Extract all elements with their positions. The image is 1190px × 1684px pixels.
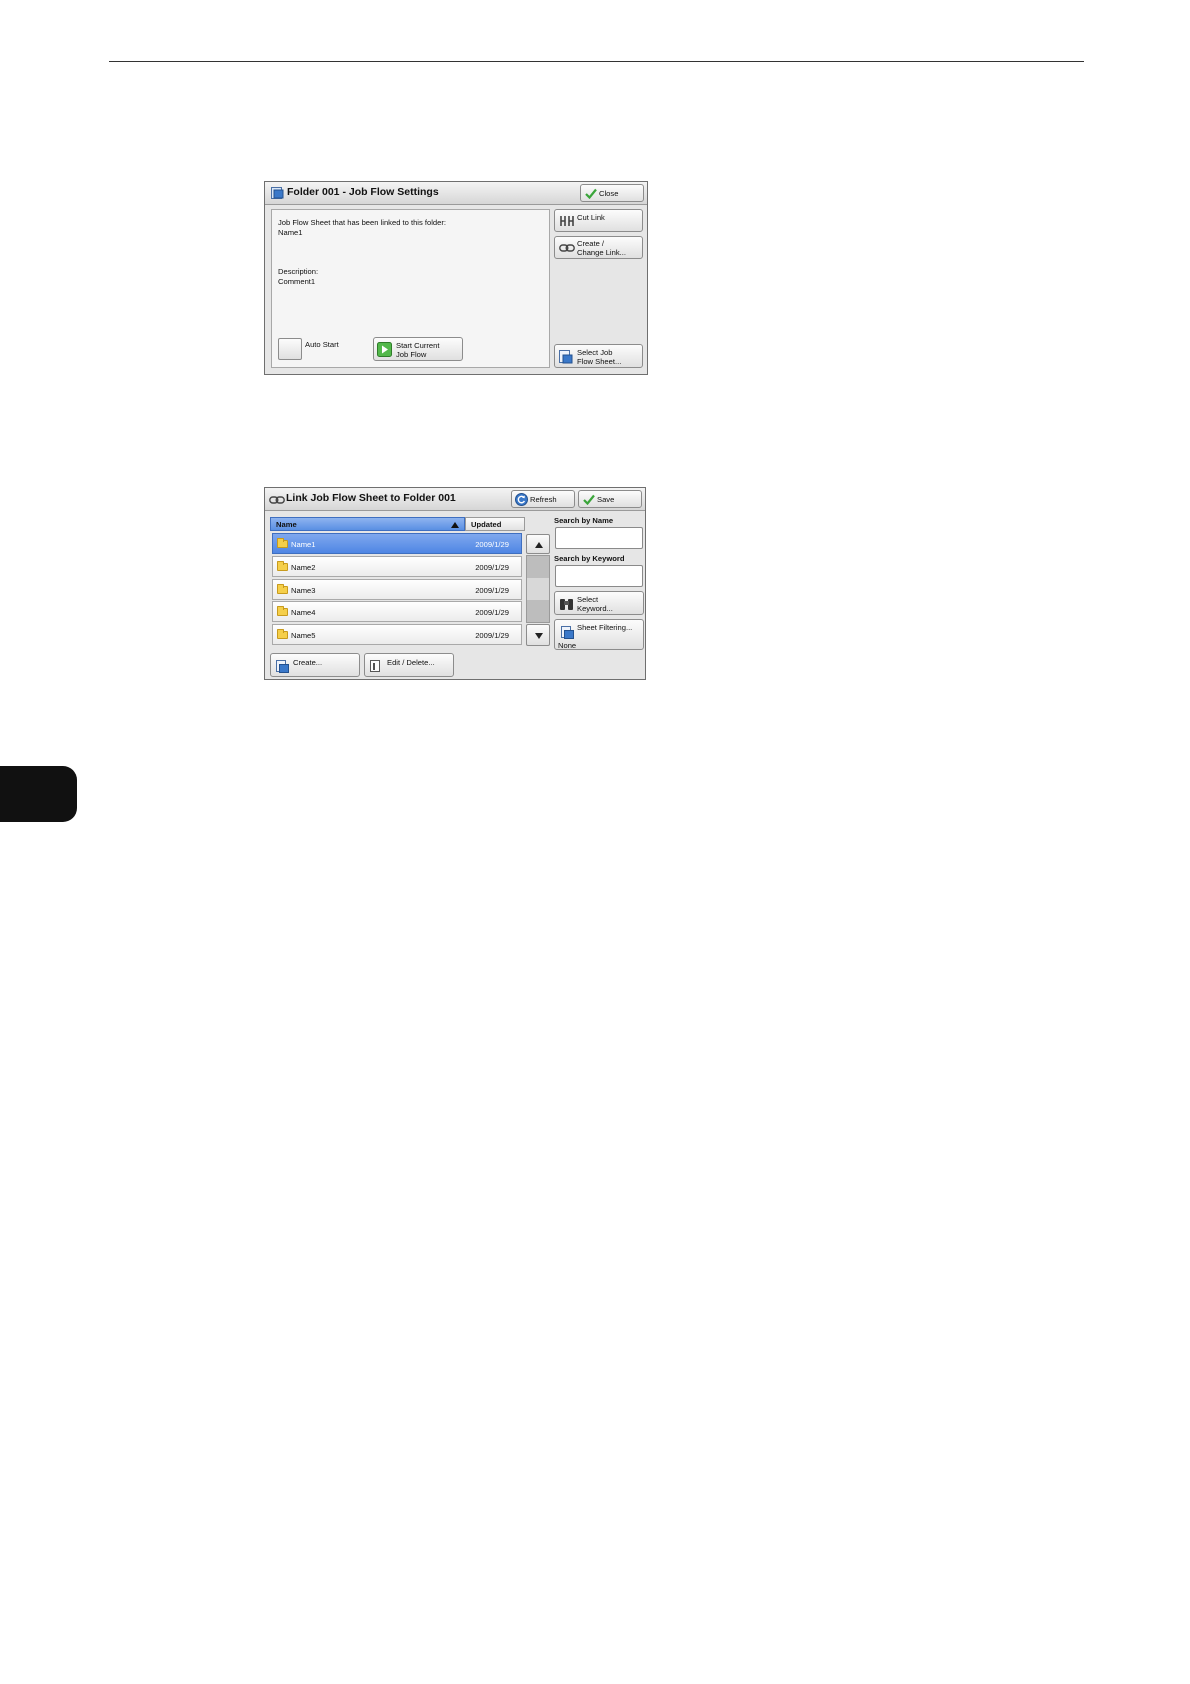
scroll-up-button[interactable] [526,534,550,554]
save-button[interactable]: Save [578,490,642,508]
play-icon [377,342,392,357]
chain-link-icon [559,244,575,252]
create-label: Create... [293,658,323,667]
search-by-name-input[interactable] [555,527,643,549]
link-info-box: Job Flow Sheet that has been linked to t… [271,209,550,368]
sheet-filter-icon [561,626,574,639]
close-label: Close [599,189,619,198]
table-row[interactable]: Name2 2009/1/29 [272,555,522,577]
table-row[interactable]: Name1 2009/1/29 [272,533,522,554]
folder-icon [277,560,288,571]
folder-icon [277,538,288,548]
auto-start-label: Auto Start [305,340,339,349]
row-updated: 2009/1/29 [475,608,509,618]
folder-icon [277,629,288,640]
create-change-link-button[interactable]: Create / Change Link... [554,236,643,259]
select-keyword-label: Select Keyword... [577,595,613,613]
create-button[interactable]: Create... [270,653,360,677]
checkmark-icon [583,494,595,505]
search-by-keyword-label: Search by Keyword [554,554,625,563]
row-name: Name3 [291,585,316,595]
create-change-link-label: Create / Change Link... [577,239,626,257]
search-by-name-label: Search by Name [554,516,614,525]
edit-document-icon [370,660,380,672]
chain-link-icon [269,496,285,504]
panel-title-bar: Folder 001 - Job Flow Settings Close [265,182,647,205]
job-flow-sheet-icon [559,350,573,364]
column-name-label: Name [276,520,297,529]
sheet-filtering-button[interactable]: Sheet Filtering... None [554,619,644,650]
page-title: Link Job Flow Sheet to Folder 001 [286,492,456,504]
select-job-flow-sheet-label: Select Job Flow Sheet... [577,348,622,366]
folder-icon [277,583,288,594]
description-value: Comment1 [278,277,316,286]
column-header-name[interactable]: Name [270,517,465,531]
close-button[interactable]: Close [580,184,644,202]
cut-link-button[interactable]: Cut Link [554,209,643,232]
select-job-flow-sheet-button[interactable]: Select Job Flow Sheet... [554,344,643,368]
checkmark-icon [585,188,597,199]
scrollbar-thumb[interactable] [527,578,549,600]
column-updated-label: Updated [471,520,502,529]
refresh-button[interactable]: Refresh [511,490,575,508]
row-name: Name2 [291,562,316,572]
sheet-filtering-value: None [558,641,577,650]
job-flow-settings-panel: Folder 001 - Job Flow Settings Close Job… [264,181,648,375]
refresh-icon [515,493,528,506]
start-current-job-flow-button[interactable]: Start Current Job Flow [373,337,463,361]
row-updated: 2009/1/29 [475,585,509,595]
save-label: Save [597,495,615,504]
binoculars-icon [560,599,573,610]
refresh-label: Refresh [530,495,557,504]
column-header-updated[interactable]: Updated [465,517,525,531]
search-by-keyword-input[interactable] [555,565,643,587]
cut-link-label: Cut Link [577,213,605,222]
select-keyword-button[interactable]: Select Keyword... [554,591,644,615]
page-title: Folder 001 - Job Flow Settings [287,186,439,198]
linked-sheet-label: Job Flow Sheet that has been linked to t… [278,218,447,227]
cut-link-icon [560,216,574,226]
scroll-down-button[interactable] [526,624,550,646]
linked-sheet-name: Name1 [278,228,303,237]
scrollbar-track[interactable] [526,555,550,623]
edit-delete-label: Edit / Delete... [387,658,435,667]
new-sheet-icon [276,660,289,673]
arrow-up-icon [535,542,543,548]
row-updated: 2009/1/29 [475,631,509,641]
panel-title-bar: Link Job Flow Sheet to Folder 001 Refres… [265,488,645,511]
table-row[interactable]: Name5 2009/1/29 [272,624,522,646]
table-row[interactable]: Name3 2009/1/29 [272,578,522,600]
description-label: Description: [278,267,319,276]
row-name: Name1 [291,540,316,549]
row-updated: 2009/1/29 [475,540,509,549]
row-name: Name4 [291,608,316,618]
folder-settings-icon [271,187,284,199]
row-updated: 2009/1/29 [475,562,509,572]
folder-icon [277,606,288,617]
edit-delete-button[interactable]: Edit / Delete... [364,653,454,677]
chapter-tab [0,766,77,822]
start-current-label: Start Current Job Flow [396,341,440,359]
sheet-filtering-label: Sheet Filtering... [577,623,633,632]
page-header-rule [109,61,1084,62]
arrow-down-icon [535,633,543,639]
row-name: Name5 [291,631,316,641]
sort-ascending-icon [451,522,459,528]
auto-start-checkbox[interactable] [278,338,302,360]
table-row[interactable]: Name4 2009/1/29 [272,601,522,623]
